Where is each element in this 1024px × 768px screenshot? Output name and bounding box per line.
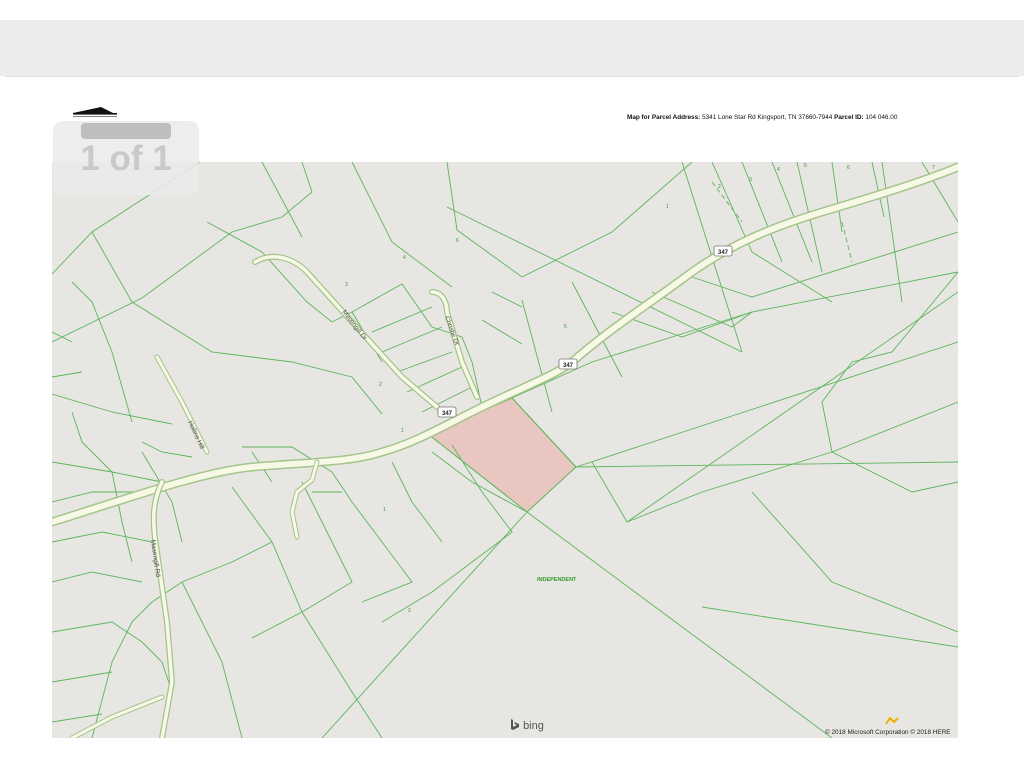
header-parcel-label: Parcel ID: xyxy=(834,114,864,121)
viewer-toolbar xyxy=(0,20,1024,76)
page-indicator-shadow xyxy=(81,123,171,139)
lot-number: 1 xyxy=(401,428,404,434)
header-address: 5341 Lone Star Rd Kingsport, TN 37660-79… xyxy=(702,114,833,121)
top-status-bar xyxy=(0,0,1024,20)
document-page: Map for Parcel Address: 5341 Lone Star R… xyxy=(5,76,1019,747)
route-shield-label-3: 347 xyxy=(718,250,729,256)
lot-number: 3 xyxy=(345,282,348,288)
bing-logo-icon xyxy=(511,719,519,730)
lot-number: 3 xyxy=(749,177,752,183)
lot-number: 7 xyxy=(932,165,935,171)
lot-number: 2 xyxy=(379,382,382,388)
lot-number: 6 xyxy=(456,238,459,244)
route-shield-label-2: 347 xyxy=(563,363,574,369)
lot-number: 4 xyxy=(403,255,406,261)
bing-attribution: bing xyxy=(510,719,544,732)
lot-number: 1 xyxy=(383,507,386,513)
map-header: Map for Parcel Address: 5341 Lone Star R… xyxy=(627,114,897,121)
lot-number: 2 xyxy=(718,184,721,190)
district-label: INDEPENDENT xyxy=(537,577,577,583)
county-logo-icon xyxy=(73,107,117,117)
lot-number: 1 xyxy=(666,204,669,210)
parcel-map-canvas[interactable]: 347 347 347 Masengill Dr Christie Dr Hol… xyxy=(52,162,958,738)
lot-number: 6 xyxy=(847,165,850,171)
header-address-label: Map for Parcel Address: xyxy=(627,114,701,121)
header-parcel-id: 104 046.00 xyxy=(865,114,898,121)
lot-number: 4 xyxy=(777,167,780,173)
parcel-map[interactable]: 347 347 347 Masengill Dr Christie Dr Hol… xyxy=(52,162,958,738)
bottom-margin xyxy=(0,746,1024,768)
lot-number: 2 xyxy=(408,608,411,614)
page-indicator-text: 1 of 1 xyxy=(80,139,172,178)
route-shield-label-1: 347 xyxy=(442,411,453,417)
here-logo-icon xyxy=(885,717,899,725)
page-indicator: 1 of 1 xyxy=(53,121,199,195)
map-copyright: © 2018 Microsoft Corporation © 2018 HERE xyxy=(825,729,951,736)
lot-number: 5 xyxy=(564,324,567,330)
bing-label: bing xyxy=(523,720,544,732)
lot-number: 5 xyxy=(804,163,807,169)
